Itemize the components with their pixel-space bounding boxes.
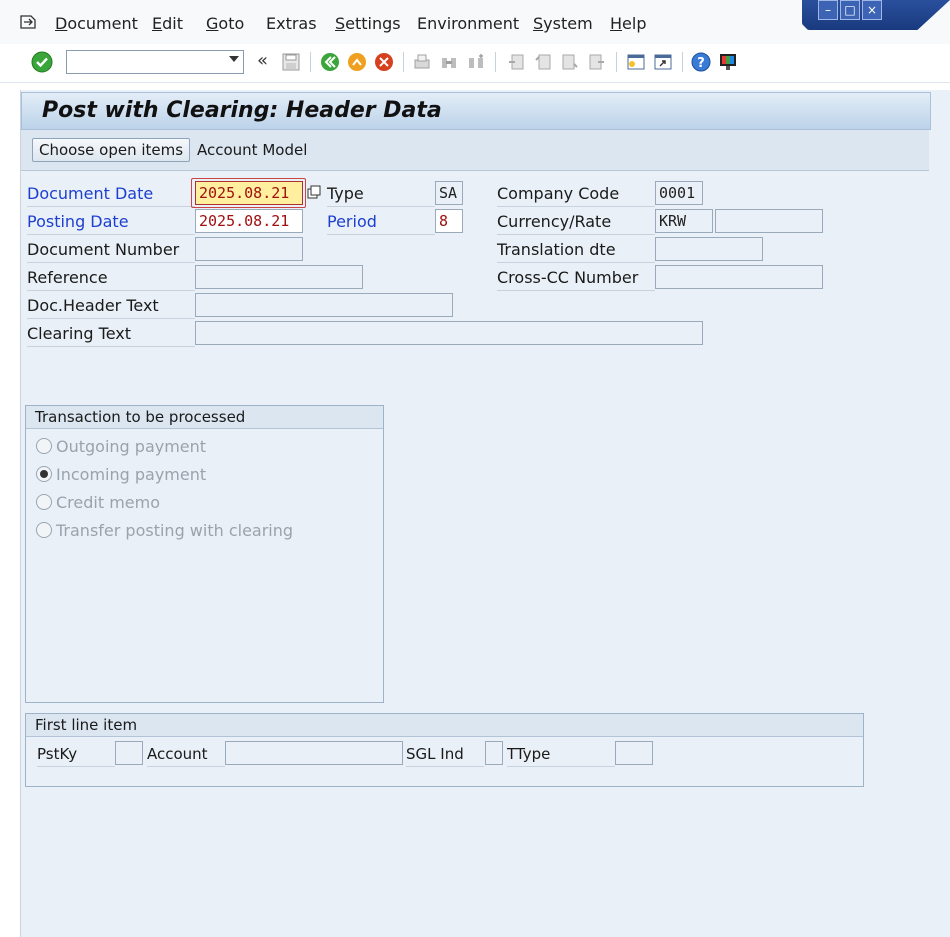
pstky-label: PstKy: [37, 741, 115, 767]
radio-transfer-posting[interactable]: Transfer posting with clearing: [36, 520, 293, 542]
toolbar-separator: [682, 52, 683, 72]
collapse-command-icon[interactable]: «: [257, 50, 268, 71]
account-label: Account: [147, 741, 225, 767]
clearing-text-label: Clearing Text: [27, 321, 195, 347]
transaction-group-title: Transaction to be processed: [26, 406, 383, 429]
reference-field[interactable]: [195, 265, 363, 289]
menu-edit[interactable]: Edit: [152, 14, 183, 33]
translation-date-label: Translation dte: [497, 237, 655, 263]
shortcut-icon[interactable]: [653, 52, 673, 72]
menu-extras[interactable]: Extras: [266, 14, 317, 33]
calendar-help-icon[interactable]: [307, 185, 321, 199]
find-next-icon[interactable]: [466, 52, 486, 72]
close-window-icon[interactable]: ×: [862, 0, 882, 20]
next-page-icon[interactable]: [560, 52, 580, 72]
sgl-ind-label: SGL Ind: [406, 741, 484, 767]
save-icon[interactable]: [281, 52, 301, 72]
minimize-icon[interactable]: –: [818, 0, 838, 20]
posting-date-label: Posting Date: [27, 209, 195, 235]
toolbar-separator: [495, 52, 496, 72]
sgl-ind-field[interactable]: [485, 741, 503, 765]
first-page-icon[interactable]: [506, 52, 526, 72]
maximize-icon[interactable]: □: [840, 0, 860, 20]
document-date-label: Document Date: [27, 181, 195, 207]
svg-text:?: ?: [697, 56, 705, 71]
radio-icon[interactable]: [36, 522, 52, 538]
ttype-label: TType: [507, 741, 615, 767]
reference-label: Reference: [27, 265, 195, 291]
radio-label: Outgoing payment: [56, 437, 207, 456]
menu-settings[interactable]: Settings: [335, 14, 401, 33]
command-field[interactable]: [66, 50, 244, 74]
first-line-item-title: First line item: [26, 714, 863, 737]
company-code-label: Company Code: [497, 181, 655, 207]
radio-selected-icon[interactable]: [36, 466, 52, 482]
radio-icon[interactable]: [36, 494, 52, 510]
doc-header-text-field[interactable]: [195, 293, 453, 317]
ttype-field[interactable]: [615, 741, 653, 765]
help-icon[interactable]: ?: [691, 52, 711, 72]
account-field[interactable]: [225, 741, 403, 765]
transaction-group: Transaction to be processed Outgoing pay…: [25, 405, 384, 703]
customize-layout-icon[interactable]: [718, 52, 738, 72]
company-code-field[interactable]: 0001: [655, 181, 703, 205]
create-session-icon[interactable]: [626, 52, 646, 72]
account-model-button[interactable]: Account Model: [197, 141, 307, 159]
menu-help[interactable]: Help: [610, 14, 646, 33]
toolbar-separator: [403, 52, 404, 72]
document-number-label: Document Number: [27, 237, 195, 263]
period-field[interactable]: 8: [435, 209, 463, 233]
currency-field[interactable]: KRW: [655, 209, 713, 233]
currency-rate-label: Currency/Rate: [497, 209, 655, 235]
clearing-text-field[interactable]: [195, 321, 703, 345]
type-field[interactable]: SA: [435, 181, 463, 205]
chevron-down-icon[interactable]: [229, 56, 239, 62]
cancel-icon[interactable]: [374, 52, 394, 72]
previous-page-icon[interactable]: [533, 52, 553, 72]
radio-label: Credit memo: [56, 493, 161, 512]
document-number-field[interactable]: [195, 237, 303, 261]
cross-cc-number-field[interactable]: [655, 265, 823, 289]
pstky-field[interactable]: [115, 741, 143, 765]
print-icon[interactable]: [412, 52, 432, 72]
translation-date-field[interactable]: [655, 237, 763, 261]
exit-icon[interactable]: [347, 52, 367, 72]
title-bar: Post with Clearing: Header Data: [21, 92, 931, 130]
menu-document[interactable]: Document: [55, 14, 138, 33]
find-icon[interactable]: [439, 52, 459, 72]
cross-cc-number-label: Cross-CC Number: [497, 265, 655, 291]
last-page-icon[interactable]: [587, 52, 607, 72]
radio-icon[interactable]: [36, 438, 52, 454]
type-label: Type: [327, 181, 435, 207]
enter-check-icon[interactable]: [31, 51, 53, 73]
radio-label: Incoming payment: [56, 465, 207, 484]
period-label: Period: [327, 209, 435, 235]
radio-credit-memo[interactable]: Credit memo: [36, 492, 160, 514]
page-title: Post with Clearing: Header Data: [42, 98, 442, 123]
doc-header-text-label: Doc.Header Text: [27, 293, 195, 319]
posting-date-field[interactable]: 2025.08.21: [195, 209, 303, 233]
choose-open-items-button[interactable]: Choose open items: [32, 138, 191, 162]
menu-environment[interactable]: Environment: [417, 14, 519, 33]
menu-icon[interactable]: [20, 14, 38, 30]
document-date-field[interactable]: 2025.08.21: [195, 181, 303, 205]
back-icon[interactable]: [320, 52, 340, 72]
menu-goto[interactable]: Goto: [206, 14, 244, 33]
radio-label: Transfer posting with clearing: [56, 521, 294, 540]
menu-system[interactable]: System: [533, 14, 593, 33]
toolbar-separator: [310, 52, 311, 72]
radio-outgoing-payment[interactable]: Outgoing payment: [36, 436, 206, 458]
radio-incoming-payment[interactable]: Incoming payment: [36, 464, 206, 486]
toolbar-separator: [616, 52, 617, 72]
exchange-rate-field[interactable]: [715, 209, 823, 233]
